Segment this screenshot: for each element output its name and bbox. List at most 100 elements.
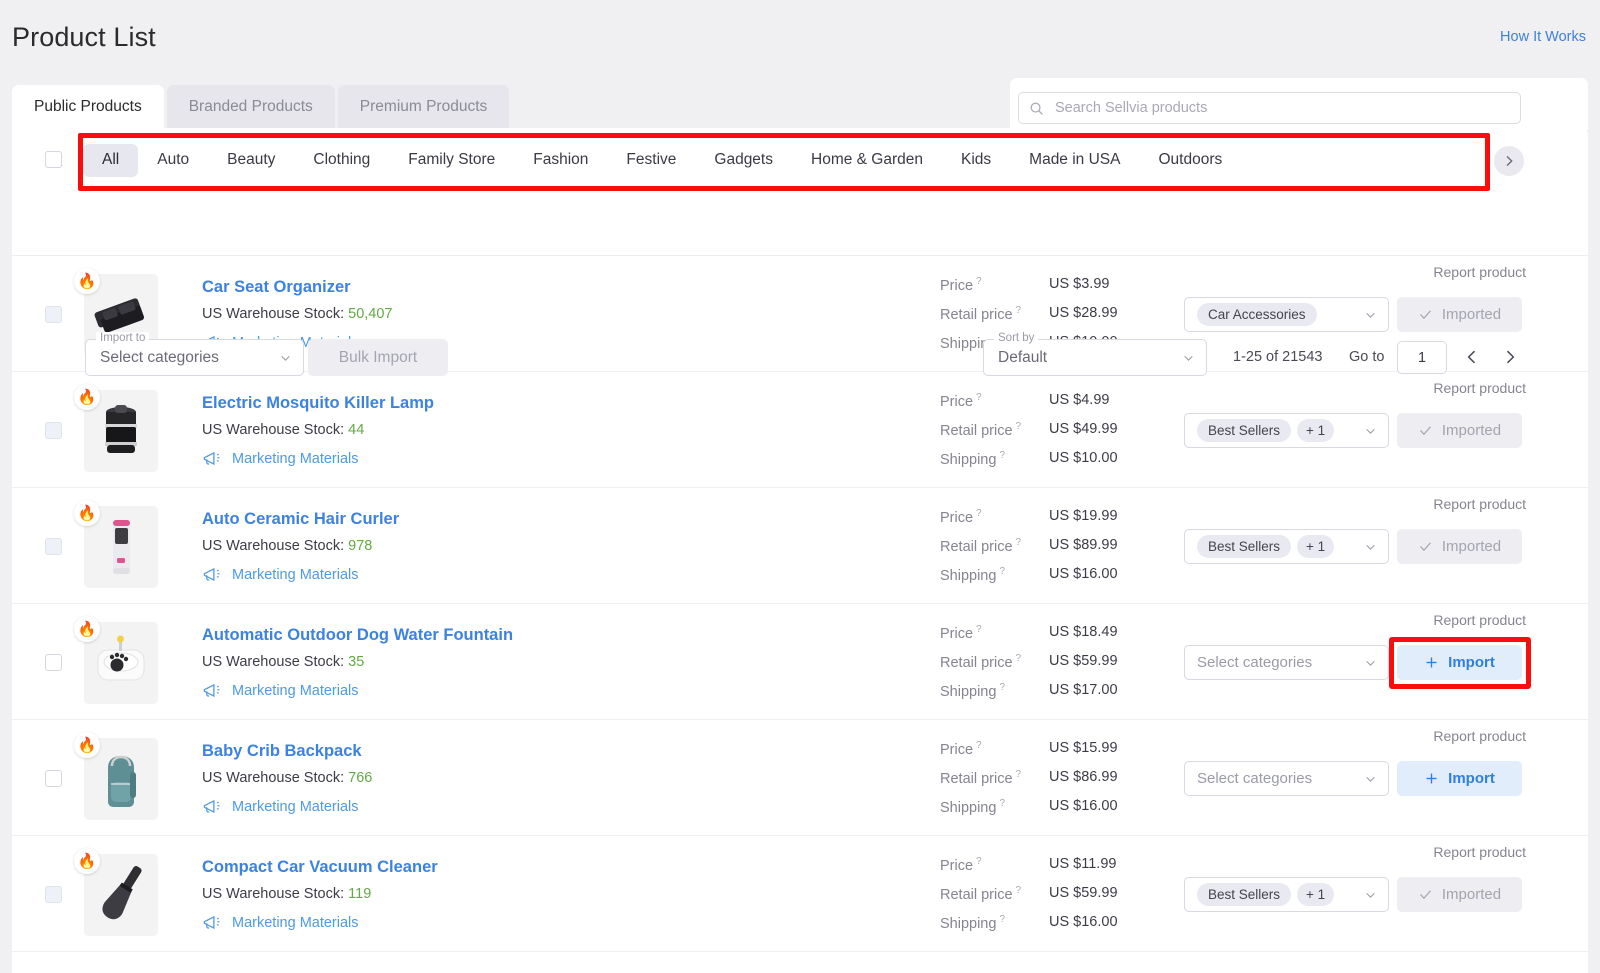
category-extra-tag: + 1 (1297, 883, 1335, 906)
chevron-down-icon (1366, 428, 1375, 434)
marketing-materials-link[interactable]: Marketing Materials (202, 565, 359, 584)
row-category-select[interactable]: Best Sellers + 1 (1184, 413, 1389, 448)
retail-price-label: Retail price? (940, 305, 1022, 323)
chevron-down-icon (1366, 544, 1375, 550)
shipping-value: US $10.00 (1049, 450, 1118, 466)
report-product-link[interactable]: Report product (1433, 264, 1526, 280)
bulk-import-category-select[interactable]: Import to Select categories (85, 332, 304, 376)
row-category-select[interactable]: Best Sellers + 1 (1184, 877, 1389, 912)
report-product-link[interactable]: Report product (1433, 844, 1526, 860)
product-thumbnail[interactable]: 🔥 (74, 384, 158, 472)
category-tag: Best Sellers (1197, 883, 1292, 906)
row-category-select[interactable]: Select categories (1184, 761, 1389, 796)
search-input[interactable] (1053, 99, 1510, 117)
category-placeholder: Select categories (1197, 770, 1313, 787)
product-name[interactable]: Compact Car Vacuum Cleaner (202, 858, 438, 877)
report-product-link[interactable]: Report product (1433, 612, 1526, 628)
pagination-count: 1-25 of 21543 (1233, 349, 1323, 365)
hot-flame-icon: 🔥 (74, 848, 100, 874)
tab-premium-products[interactable]: Premium Products (337, 85, 510, 128)
category-chip-home-garden[interactable]: Home & Garden (792, 144, 942, 177)
product-name[interactable]: Auto Ceramic Hair Curler (202, 510, 399, 529)
category-chip-fashion[interactable]: Fashion (514, 144, 607, 177)
product-thumbnail[interactable]: 🔥 (74, 500, 158, 588)
price-label: Price? (940, 276, 982, 294)
price-block: Price? US $15.99 Retail price? US $86.99 S… (940, 740, 1155, 827)
marketing-materials-link[interactable]: Marketing Materials (202, 681, 359, 700)
sort-by-select[interactable]: Sort by Default (983, 332, 1207, 376)
product-name[interactable]: Baby Crib Backpack (202, 742, 362, 761)
row-category-select[interactable]: Select categories (1184, 645, 1389, 680)
category-chip-gadgets[interactable]: Gadgets (695, 144, 792, 177)
product-thumbnail[interactable]: 🔥 (74, 616, 158, 704)
retail-price-value: US $89.99 (1049, 537, 1118, 553)
retail-price-value: US $86.99 (1049, 769, 1118, 785)
row-checkbox[interactable] (45, 422, 62, 439)
category-chip-auto[interactable]: Auto (138, 144, 208, 177)
row-checkbox[interactable] (45, 770, 62, 787)
import-button[interactable]: Import (1397, 645, 1522, 680)
select-all-checkbox[interactable] (45, 151, 62, 168)
table-row: 🔥 Compact Car Vacuum Cleaner US Warehous… (12, 836, 1588, 952)
table-row: 🔥 Baby Crib Backpack US Warehouse Stock:… (12, 720, 1588, 836)
category-tag: Car Accessories (1197, 303, 1317, 326)
row-category-select[interactable]: Car Accessories (1184, 297, 1389, 332)
product-stock: US Warehouse Stock: 35 (202, 654, 365, 670)
category-filter-row: All Auto Beauty Clothing Family Store Fa… (12, 128, 1588, 193)
product-thumbnail[interactable]: 🔥 (74, 848, 158, 936)
price-block: Price? US $19.99 Retail price? US $89.99 S… (940, 508, 1155, 595)
category-chip-family-store[interactable]: Family Store (389, 144, 514, 177)
imported-button: Imported (1397, 877, 1522, 912)
row-checkbox[interactable] (45, 306, 62, 323)
report-product-link[interactable]: Report product (1433, 728, 1526, 744)
row-category-select[interactable]: Best Sellers + 1 (1184, 529, 1389, 564)
import-button[interactable]: Import (1397, 761, 1522, 796)
top-bar: Product List How It Works (0, 0, 1600, 78)
marketing-materials-link[interactable]: Marketing Materials (202, 449, 359, 468)
retail-price-value: US $49.99 (1049, 421, 1118, 437)
import-to-value: Select categories (100, 348, 219, 366)
chevron-down-icon (1366, 892, 1375, 898)
search-box[interactable] (1018, 92, 1521, 124)
category-chip-all[interactable]: All (83, 143, 139, 177)
goto-page-input[interactable] (1397, 341, 1447, 374)
product-stock: US Warehouse Stock: 44 (202, 422, 365, 438)
tab-branded-products[interactable]: Branded Products (166, 85, 335, 128)
check-icon (1419, 426, 1431, 436)
plus-icon (1426, 657, 1437, 668)
product-name[interactable]: Car Seat Organizer (202, 278, 351, 297)
row-checkbox[interactable] (45, 886, 62, 903)
category-chip-kids[interactable]: Kids (942, 144, 1010, 177)
bulk-import-button[interactable]: Bulk Import (308, 339, 448, 376)
product-thumbnail[interactable]: 🔥 (74, 732, 158, 820)
products-panel: All Auto Beauty Clothing Family Store Fa… (12, 128, 1588, 973)
marketing-materials-link[interactable]: Marketing Materials (202, 913, 359, 932)
tab-public-products[interactable]: Public Products (12, 85, 164, 128)
categories-next-button[interactable] (1494, 146, 1524, 176)
report-product-link[interactable]: Report product (1433, 380, 1526, 396)
category-chip-made-in-usa[interactable]: Made in USA (1010, 144, 1139, 177)
report-product-link[interactable]: Report product (1433, 496, 1526, 512)
pagination-prev-button[interactable] (1462, 347, 1482, 372)
table-row: 🔥 Automatic Outdoor Dog Water Fountain U… (12, 604, 1588, 720)
row-checkbox[interactable] (45, 654, 62, 671)
plus-icon (1426, 773, 1437, 784)
retail-price-label: Retail price? (940, 421, 1022, 439)
marketing-materials-link[interactable]: Marketing Materials (202, 797, 359, 816)
pagination-next-button[interactable] (1500, 347, 1520, 372)
category-chip-festive[interactable]: Festive (607, 144, 695, 177)
how-it-works-link[interactable]: How It Works (1500, 29, 1586, 45)
page-title: Product List (12, 22, 156, 52)
chevron-down-icon (1184, 355, 1193, 361)
price-label: Price? (940, 392, 982, 410)
import-to-label: Import to (96, 332, 150, 344)
retail-price-label: Retail price? (940, 885, 1022, 903)
price-value: US $4.99 (1049, 392, 1110, 408)
category-chip-clothing[interactable]: Clothing (294, 144, 389, 177)
product-name[interactable]: Electric Mosquito Killer Lamp (202, 394, 434, 413)
shipping-label: Shipping? (940, 450, 1005, 468)
category-chip-outdoors[interactable]: Outdoors (1139, 144, 1241, 177)
product-name[interactable]: Automatic Outdoor Dog Water Fountain (202, 626, 513, 645)
category-chip-beauty[interactable]: Beauty (208, 144, 294, 177)
row-checkbox[interactable] (45, 538, 62, 555)
